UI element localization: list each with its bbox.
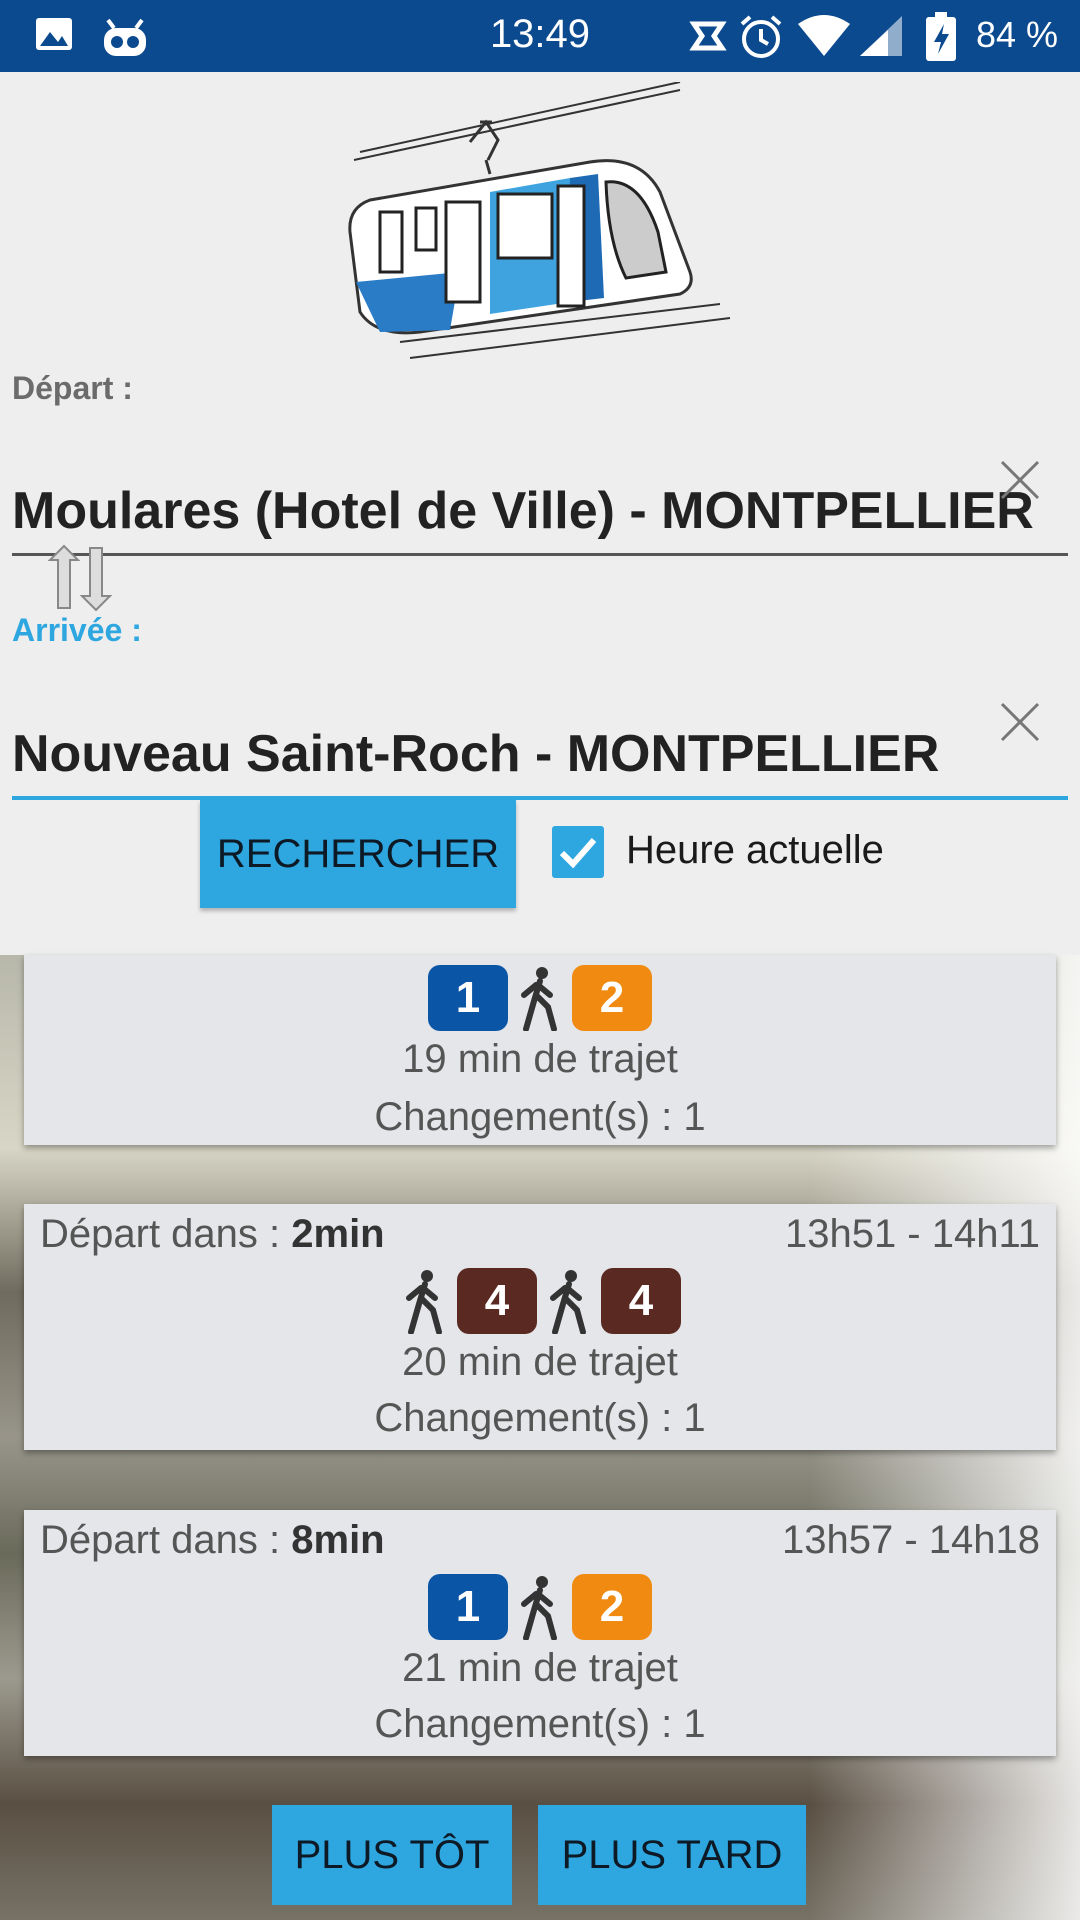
trip-duration: 20 min de trajet xyxy=(402,1340,678,1384)
route-segments: 1 2 xyxy=(24,1574,1056,1640)
tram-logo xyxy=(348,82,731,359)
battery-percent: 84 % xyxy=(975,14,1058,55)
sync-icon xyxy=(689,21,727,51)
result-card[interactable]: Départ dans : 2min 13h51 - 14h11 4 4 20 … xyxy=(24,1204,1056,1450)
status-bar: 13:49 84 % xyxy=(0,0,1080,72)
time-range: 13h51 - 14h11 xyxy=(784,1212,1040,1256)
current-time-label: Heure actuelle xyxy=(626,828,884,872)
result-card[interactable]: 1 2 19 min de trajet Changement(s) : 1 xyxy=(24,955,1056,1145)
depart-in: Départ dans : 8min xyxy=(40,1518,385,1562)
current-time-checkbox[interactable] xyxy=(552,826,604,878)
depart-in: Départ dans : 2min xyxy=(40,1212,385,1256)
trip-changes: Changement(s) : 1 xyxy=(374,1095,706,1139)
line-badge-2: 2 xyxy=(572,965,652,1031)
battery-charging-icon xyxy=(926,12,956,61)
signal-icon xyxy=(860,16,902,56)
walk-icon xyxy=(550,1270,586,1334)
route-segments: 4 4 xyxy=(24,1268,1056,1334)
walk-icon xyxy=(406,1270,442,1334)
line-badge-1: 1 xyxy=(428,965,508,1031)
clear-arrivee-icon[interactable] xyxy=(998,700,1042,744)
search-form: Départ : Moulares (Hotel de Ville) - MON… xyxy=(0,72,1080,955)
line-badge-1: 1 xyxy=(428,1574,508,1640)
later-button[interactable]: PLUS TARD xyxy=(538,1805,806,1905)
route-segments: 1 2 xyxy=(24,965,1056,1031)
swap-icon[interactable] xyxy=(40,542,120,614)
walk-icon xyxy=(521,1576,557,1640)
depart-field[interactable]: Moulares (Hotel de Ville) - MONTPELLIER xyxy=(12,469,1068,556)
arrivee-field[interactable]: Nouveau Saint-Roch - MONTPELLIER xyxy=(12,712,1068,800)
line-badge-4: 4 xyxy=(601,1268,681,1334)
trip-changes: Changement(s) : 1 xyxy=(374,1396,706,1440)
earlier-button[interactable]: PLUS TÔT xyxy=(272,1805,512,1905)
clock: 13:49 xyxy=(489,12,591,56)
line-badge-4: 4 xyxy=(457,1268,537,1334)
trip-duration: 21 min de trajet xyxy=(402,1646,678,1690)
wifi-icon xyxy=(798,15,850,56)
depart-label: Départ : xyxy=(12,370,133,406)
alarm-icon xyxy=(740,15,782,58)
trip-changes: Changement(s) : 1 xyxy=(374,1702,706,1746)
time-range: 13h57 - 14h18 xyxy=(781,1518,1040,1562)
checkmark-icon xyxy=(559,838,597,869)
arrivee-label: Arrivée : xyxy=(12,612,142,648)
line-badge-2: 2 xyxy=(572,1574,652,1640)
search-button[interactable]: RECHERCHER xyxy=(200,800,516,908)
clear-depart-icon[interactable] xyxy=(998,458,1042,502)
trip-duration: 19 min de trajet xyxy=(402,1037,678,1081)
walk-icon xyxy=(521,967,557,1031)
result-card[interactable]: Départ dans : 8min 13h57 - 14h18 1 2 21 … xyxy=(24,1510,1056,1756)
